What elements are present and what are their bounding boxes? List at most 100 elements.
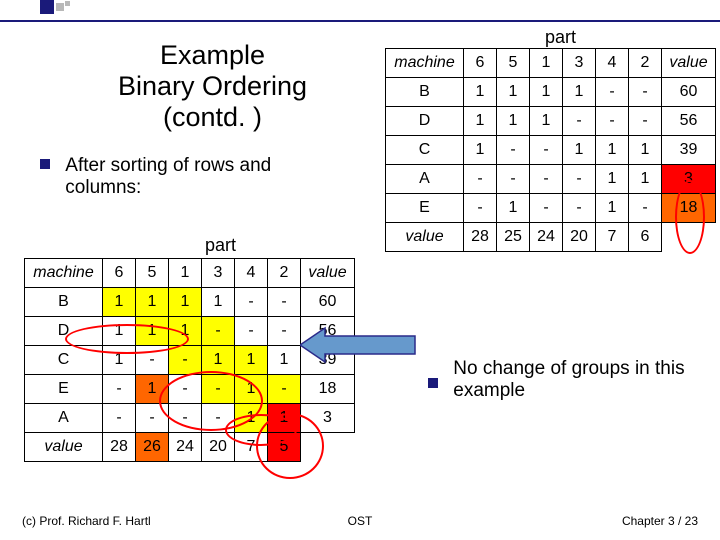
row-machine: E xyxy=(25,375,103,404)
footer-cell: 25 xyxy=(497,223,530,252)
footer-cell: 24 xyxy=(530,223,563,252)
title-line-2: Binary Ordering xyxy=(65,71,360,102)
header-value: value xyxy=(662,49,716,78)
part-label-top: part xyxy=(545,27,576,48)
cell: - xyxy=(169,346,202,375)
row-machine: A xyxy=(25,404,103,433)
ring-icon xyxy=(65,324,189,354)
header-cell: 3 xyxy=(563,49,596,78)
footer-chapter: Chapter 3 / 23 xyxy=(622,514,698,528)
cell: 1 xyxy=(202,288,235,317)
table-row: E-1--1-18 xyxy=(386,194,716,223)
header-machine: machine xyxy=(25,259,103,288)
accent-square-2 xyxy=(56,3,64,11)
cell: - xyxy=(629,78,662,107)
footer-cell: 28 xyxy=(103,433,136,462)
cell: - xyxy=(235,288,268,317)
side-note-text: No change of groups in this example xyxy=(453,358,713,402)
header-cell: 2 xyxy=(629,49,662,78)
footer-cell: 24 xyxy=(169,433,202,462)
cell: 1 xyxy=(169,288,202,317)
cell: - xyxy=(103,404,136,433)
header-cell: 5 xyxy=(497,49,530,78)
header-value: value xyxy=(301,259,355,288)
body-bullet: After sorting of rows andcolumns: xyxy=(40,155,271,199)
cell: - xyxy=(202,317,235,346)
accent-square-1 xyxy=(40,0,54,14)
row-machine: E xyxy=(386,194,464,223)
header-cell: 4 xyxy=(596,49,629,78)
row-value: 60 xyxy=(301,288,355,317)
cell: 1 xyxy=(464,136,497,165)
cell: 1 xyxy=(235,346,268,375)
cell: 1 xyxy=(629,136,662,165)
cell: 1 xyxy=(596,136,629,165)
row-machine: B xyxy=(25,288,103,317)
cell: 1 xyxy=(497,107,530,136)
ring-icon xyxy=(675,180,705,254)
cell: - xyxy=(629,194,662,223)
header-machine: machine xyxy=(386,49,464,78)
cell: 1 xyxy=(596,165,629,194)
table-row: C1--11139 xyxy=(386,136,716,165)
cell: - xyxy=(268,317,301,346)
part-label-bottom: part xyxy=(205,235,236,256)
row-machine: D xyxy=(386,107,464,136)
cell: 1 xyxy=(103,288,136,317)
cell: - xyxy=(268,288,301,317)
footer-cell: 7 xyxy=(596,223,629,252)
footer-cell: 6 xyxy=(629,223,662,252)
cell: 1 xyxy=(596,194,629,223)
table-row: D111---56 xyxy=(386,107,716,136)
title-line-3: (contd. ) xyxy=(65,102,360,133)
header-cell: 6 xyxy=(103,259,136,288)
header-cell: 6 xyxy=(464,49,497,78)
cell: - xyxy=(530,165,563,194)
arrow-icon xyxy=(300,320,420,370)
row-value: 39 xyxy=(662,136,716,165)
cell: - xyxy=(530,194,563,223)
row-machine: B xyxy=(386,78,464,107)
row-value: 56 xyxy=(662,107,716,136)
title-line-1: Example xyxy=(65,40,360,71)
footer-label: value xyxy=(386,223,464,252)
cell: - xyxy=(563,107,596,136)
cell: - xyxy=(268,375,301,404)
table-row: A----113 xyxy=(386,165,716,194)
cell: 1 xyxy=(497,194,530,223)
table-row: B1111--60 xyxy=(386,78,716,107)
top-border xyxy=(0,0,720,22)
side-note: No change of groups in this example xyxy=(428,358,713,402)
table-sorted-top: machine651342valueB1111--60D111---56C1--… xyxy=(385,48,716,252)
cell: 1 xyxy=(530,107,563,136)
slide-title: Example Binary Ordering (contd. ) xyxy=(65,40,360,133)
cell: 1 xyxy=(563,78,596,107)
bullet-square-icon xyxy=(428,378,438,388)
header-cell: 3 xyxy=(202,259,235,288)
header-cell: 5 xyxy=(136,259,169,288)
cell: 1 xyxy=(268,346,301,375)
cell: - xyxy=(563,165,596,194)
header-cell: 1 xyxy=(169,259,202,288)
header-cell: 1 xyxy=(530,49,563,78)
cell: - xyxy=(563,194,596,223)
footer-cell: 26 xyxy=(136,433,169,462)
cell: - xyxy=(103,375,136,404)
row-value: 60 xyxy=(662,78,716,107)
cell: - xyxy=(596,107,629,136)
cell: 1 xyxy=(563,136,596,165)
cell: 1 xyxy=(629,165,662,194)
cell: 1 xyxy=(136,288,169,317)
header-cell: 2 xyxy=(268,259,301,288)
footer-cell: 20 xyxy=(563,223,596,252)
cell: - xyxy=(596,78,629,107)
cell: - xyxy=(464,165,497,194)
row-value: 18 xyxy=(301,375,355,404)
accent-square-3 xyxy=(65,1,70,6)
cell: - xyxy=(235,317,268,346)
row-machine: A xyxy=(386,165,464,194)
footer-label: value xyxy=(25,433,103,462)
cell: - xyxy=(629,107,662,136)
cell: - xyxy=(497,165,530,194)
cell: 1 xyxy=(497,78,530,107)
